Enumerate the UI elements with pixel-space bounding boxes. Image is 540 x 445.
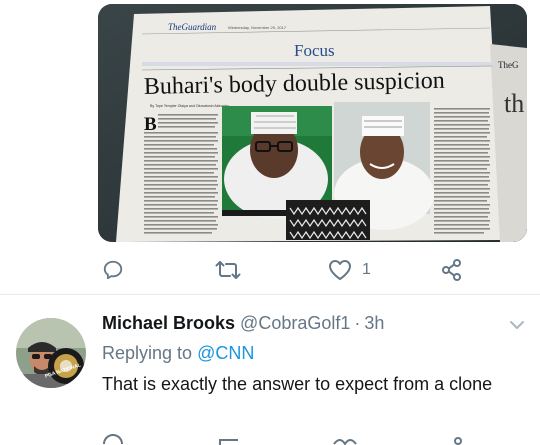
reply-header: Michael Brooks @CobraGolf1 · 3h	[102, 313, 384, 337]
newspaper-section-title: Focus	[294, 41, 335, 60]
chevron-down-icon	[510, 321, 524, 329]
newspaper-photo: TheG th TheGuardian Wednesday, November …	[98, 4, 527, 242]
share-icon	[442, 259, 461, 281]
adjacent-masthead: TheG	[498, 60, 519, 70]
like-count: 1	[362, 261, 371, 278]
newspaper-drop-cap: B	[144, 114, 157, 135]
reply-icon	[103, 260, 123, 280]
separator-dot: ·	[354, 313, 361, 333]
newspaper-byline: By Tope Templer Olaiya and Oluwatosin Ak…	[150, 104, 229, 108]
reply-button[interactable]	[102, 256, 124, 284]
tweet-action-bar: 1	[0, 252, 540, 288]
reply-icon[interactable]	[103, 434, 123, 445]
mention-link[interactable]: @CNN	[197, 343, 254, 363]
avatar[interactable]: PGA NATIONAL	[16, 318, 86, 388]
display-name[interactable]: Michael Brooks	[102, 313, 235, 334]
like-button[interactable]: 1	[328, 256, 371, 284]
heart-icon	[329, 260, 351, 280]
tweet-timestamp[interactable]: 3h	[364, 313, 384, 334]
user-handle[interactable]: @CobraGolf1	[240, 313, 350, 334]
newspaper-dateline: Wednesday, November 29, 2017	[228, 25, 287, 30]
share-button[interactable]	[441, 256, 463, 284]
retweet-icon	[215, 261, 241, 279]
reply-text: That is exactly the answer to expect fro…	[102, 374, 493, 394]
retweet-button[interactable]	[215, 256, 241, 284]
tweet-media-photo[interactable]: TheG th TheGuardian Wednesday, November …	[98, 4, 527, 242]
newspaper-photo-fabric	[286, 200, 370, 240]
newspaper-masthead: TheGuardian	[168, 22, 217, 32]
reply-action-bar	[0, 434, 540, 445]
replying-label: Replying to	[102, 343, 193, 363]
adjacent-page-letter: th	[504, 89, 524, 118]
tweet-menu-button[interactable]	[509, 318, 525, 336]
share-icon[interactable]	[454, 437, 462, 445]
replying-to: Replying to @CNN	[102, 343, 254, 364]
heart-icon[interactable]	[333, 439, 357, 445]
tweet-divider	[0, 294, 540, 295]
